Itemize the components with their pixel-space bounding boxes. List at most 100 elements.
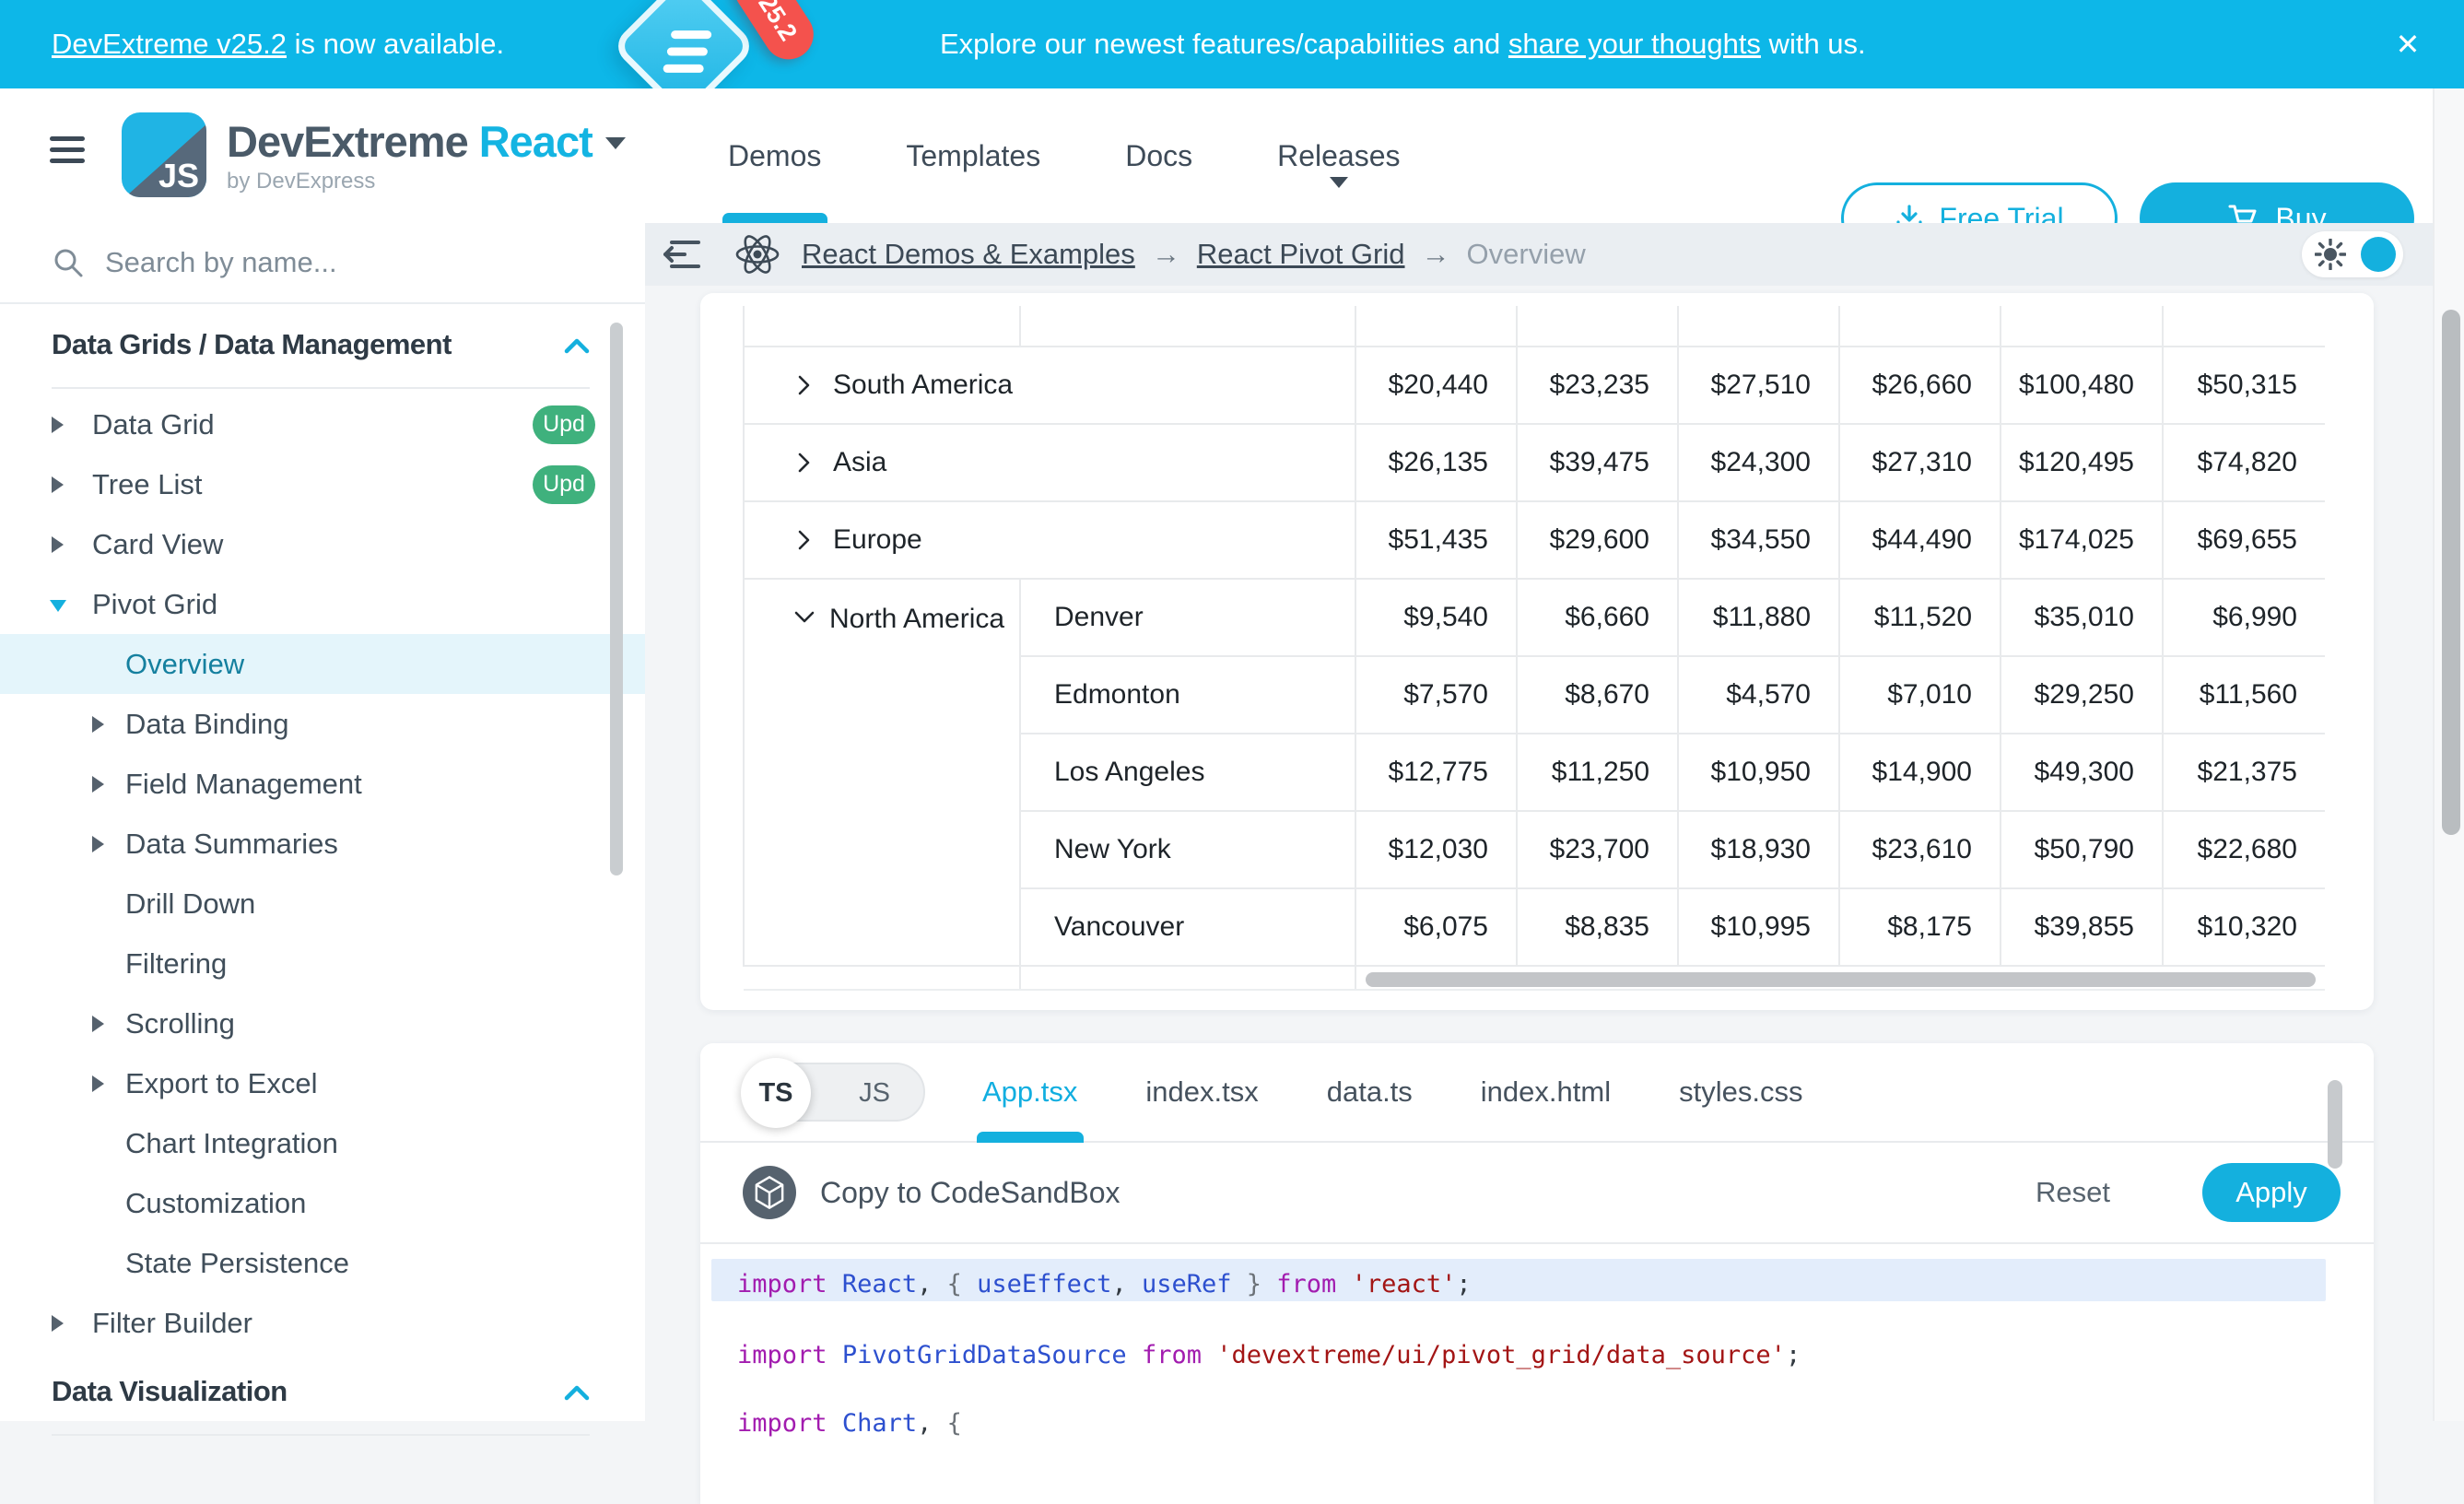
pivot-group-cell[interactable]: Europe: [744, 501, 1355, 579]
pivot-group-label: North America: [829, 604, 1004, 634]
pivot-group-cell[interactable]: North America: [744, 579, 1020, 966]
sidebar-item-customization[interactable]: Customization: [0, 1173, 645, 1233]
sidebar-item-state-persistence[interactable]: State Persistence: [0, 1233, 645, 1293]
codesandbox-icon[interactable]: [743, 1166, 796, 1219]
nav-item-releases[interactable]: Releases: [1277, 88, 1400, 223]
code-editor[interactable]: import React, { useEffect, useRef } from…: [700, 1244, 2374, 1463]
tab-styles-css[interactable]: styles.css: [1679, 1043, 1802, 1141]
expand-arrow-icon[interactable]: [52, 536, 64, 553]
sidebar-section-data-grids-data-management[interactable]: Data Grids / Data Management: [52, 328, 590, 389]
expand-arrow-icon[interactable]: [92, 836, 104, 852]
expand-chevron-icon[interactable]: [792, 451, 815, 475]
page-scrollbar-thumb[interactable]: [2442, 310, 2460, 835]
breadcrumb-current: Overview: [1467, 238, 1586, 271]
brand-byline: by DevExpress: [227, 169, 626, 194]
pivot-value-cell: $18,930: [1678, 811, 1839, 888]
pivot-value-cell: $27,310: [1839, 424, 2001, 501]
pivot-row: Asia$26,135$39,475$24,300$27,310$120,495…: [744, 424, 2325, 501]
expand-arrow-icon[interactable]: [52, 417, 64, 433]
expand-arrow-icon[interactable]: [92, 1016, 104, 1032]
theme-toggle-knob[interactable]: [2361, 237, 2396, 272]
version-link[interactable]: DevExtreme v25.2: [52, 28, 287, 60]
reset-button[interactable]: Reset: [2036, 1176, 2110, 1209]
tab-app-tsx[interactable]: App.tsx: [982, 1043, 1077, 1141]
sidebar-item-pivot-grid[interactable]: Pivot Grid: [0, 574, 645, 634]
chevron-down-icon[interactable]: [605, 137, 626, 149]
apply-button[interactable]: Apply: [2202, 1163, 2341, 1222]
language-toggle[interactable]: TS JS: [743, 1063, 925, 1122]
nav-item-templates[interactable]: Templates: [906, 88, 1040, 223]
pivot-city-cell[interactable]: New York: [1020, 811, 1355, 888]
breadcrumb-link[interactable]: React Pivot Grid: [1197, 238, 1405, 271]
pivot-hscrollbar-thumb[interactable]: [1366, 972, 2316, 987]
copy-to-codesandbox-button[interactable]: Copy to CodeSandBox: [820, 1176, 1121, 1210]
language-toggle-knob[interactable]: TS: [741, 1058, 811, 1128]
sidebar-item-data-binding[interactable]: Data Binding: [0, 694, 645, 754]
tab-data-ts[interactable]: data.ts: [1327, 1043, 1413, 1141]
sidebar-item-label: Data Summaries: [125, 828, 338, 861]
sidebar-item-export-to-excel[interactable]: Export to Excel: [0, 1053, 645, 1113]
chevron-up-icon[interactable]: [564, 1375, 590, 1408]
pivot-city-cell[interactable]: Los Angeles: [1020, 734, 1355, 811]
nav-item-demos[interactable]: Demos: [728, 88, 821, 223]
language-toggle-alt[interactable]: JS: [859, 1064, 890, 1122]
nav-item-docs[interactable]: Docs: [1125, 88, 1192, 223]
pivot-value-cell: $50,315: [2163, 347, 2325, 424]
updated-badge: Upd: [533, 465, 595, 504]
pivot-value-cell: $7,010: [1839, 656, 2001, 734]
brand-title[interactable]: DevExtremeReact by DevExpress: [227, 116, 626, 194]
sidebar-item-data-grid[interactable]: Data GridUpd: [0, 394, 645, 454]
expand-arrow-icon[interactable]: [92, 1075, 104, 1092]
sidebar-item-tree-list[interactable]: Tree ListUpd: [0, 454, 645, 514]
pivot-city-cell[interactable]: Vancouver: [1020, 888, 1355, 966]
close-icon[interactable]: ✕: [2376, 0, 2440, 88]
sidebar-item-scrolling[interactable]: Scrolling: [0, 993, 645, 1053]
sidebar-item-filtering[interactable]: Filtering: [0, 934, 645, 993]
sidebar-section-data-visualization[interactable]: Data Visualization: [52, 1375, 590, 1436]
sidebar-section-label: Data Visualization: [52, 1375, 287, 1408]
sidebar-item-drill-down[interactable]: Drill Down: [0, 874, 645, 934]
chevron-up-icon[interactable]: [564, 328, 590, 361]
active-tab-indicator: [977, 1132, 1084, 1143]
theme-toggle[interactable]: [2302, 231, 2403, 277]
pivot-value-cell: $50,790: [2001, 811, 2163, 888]
pivot-hscrollbar[interactable]: [1355, 966, 2325, 990]
expand-arrow-icon[interactable]: [52, 476, 64, 493]
hide-sidebar-icon[interactable]: [660, 235, 702, 274]
search-input[interactable]: [105, 246, 492, 279]
breadcrumb-link[interactable]: React Demos & Examples: [802, 238, 1135, 271]
expand-arrow-icon[interactable]: [92, 716, 104, 733]
pivot-value-cell: $120,495: [2001, 424, 2163, 501]
pivot-city-cell[interactable]: Denver: [1020, 579, 1355, 656]
breadcrumb-separator: →: [1152, 238, 1180, 271]
tab-index-html[interactable]: index.html: [1481, 1043, 1611, 1141]
sidebar-section-label: Data Grids / Data Management: [52, 328, 452, 361]
nav-item-label: Demos: [728, 139, 821, 173]
sidebar-item-chart-integration[interactable]: Chart Integration: [0, 1113, 645, 1173]
devextreme-logo[interactable]: JS: [122, 112, 206, 197]
tab-index-tsx[interactable]: index.tsx: [1145, 1043, 1258, 1141]
sidebar-item-filter-builder[interactable]: Filter Builder: [0, 1293, 645, 1353]
sidebar-item-card-view[interactable]: Card View: [0, 514, 645, 574]
expand-arrow-icon[interactable]: [92, 776, 104, 793]
nav-item-label: Docs: [1125, 139, 1192, 173]
sidebar-item-overview[interactable]: Overview: [0, 634, 645, 694]
sidebar-item-label: Customization: [125, 1187, 306, 1220]
tab-label: data.ts: [1327, 1075, 1413, 1109]
pivot-group-cell[interactable]: South America: [744, 347, 1355, 424]
pivot-group-cell[interactable]: Asia: [744, 424, 1355, 501]
sidebar-item-field-management[interactable]: Field Management: [0, 754, 645, 814]
share-thoughts-link[interactable]: share your thoughts: [1508, 28, 1761, 60]
expand-arrow-icon[interactable]: [52, 1315, 64, 1332]
expand-chevron-icon[interactable]: [792, 528, 815, 552]
pivot-city-cell[interactable]: Edmonton: [1020, 656, 1355, 734]
pivot-value-cell: $4,570: [1678, 656, 1839, 734]
collapse-chevron-icon[interactable]: [792, 605, 816, 628]
hamburger-menu-icon[interactable]: [50, 136, 85, 173]
collapse-arrow-icon[interactable]: [50, 600, 66, 612]
breadcrumb-bar: React Demos & Examples→React Pivot Grid→…: [645, 223, 2433, 286]
sidebar-item-data-summaries[interactable]: Data Summaries: [0, 814, 645, 874]
code-scrollbar[interactable]: [2328, 1080, 2342, 1169]
expand-chevron-icon[interactable]: [792, 373, 815, 397]
sidebar-scrollbar[interactable]: [610, 323, 623, 875]
